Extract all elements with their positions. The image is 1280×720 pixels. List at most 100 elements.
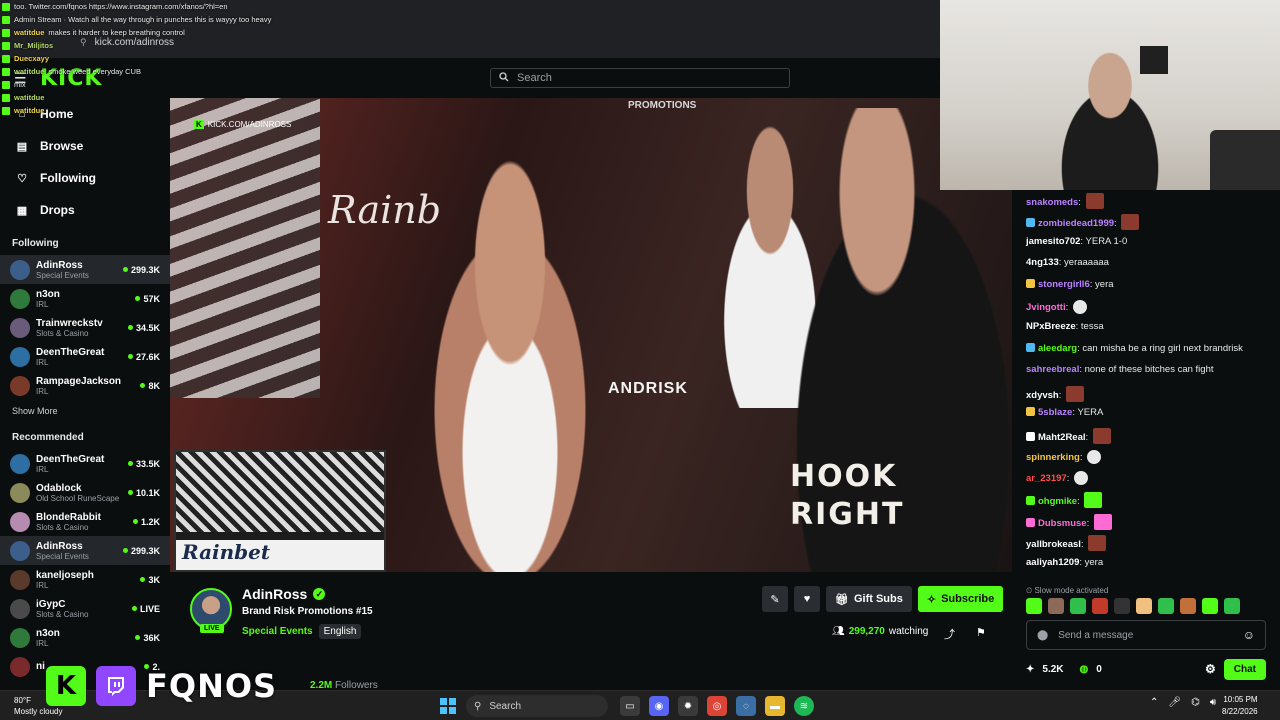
overlay-chat-line: too. Twitter.com/fqnos https://www.insta… <box>2 0 362 13</box>
streamer-name[interactable]: AdinRoss ✓ <box>242 586 326 602</box>
app-icon[interactable]: ✹ <box>678 696 698 716</box>
chat-username[interactable]: Dubsmuse <box>1038 518 1087 529</box>
discord-icon[interactable]: ◉ <box>649 696 669 716</box>
channel-category: Special Events <box>36 270 89 280</box>
chat-username[interactable]: ohgmike <box>1038 496 1077 507</box>
chat-username[interactable]: zombiedead1999 <box>1038 218 1114 229</box>
live-dot-icon <box>122 267 128 272</box>
follow-heart-button[interactable]: ♥ <box>794 586 820 612</box>
chrome-icon[interactable]: ◎ <box>707 696 727 716</box>
chat-input[interactable]: ⬤ Send a message ☺ <box>1026 620 1266 650</box>
emote-icon <box>1121 214 1140 231</box>
show-more-button[interactable]: Show More <box>0 400 170 420</box>
channel-item[interactable]: Trainwreckstv Slots & Casino 34.5K <box>0 313 170 342</box>
report-icon[interactable]: ⚑ <box>976 626 986 639</box>
emote-button[interactable] <box>1202 598 1218 614</box>
points-count[interactable]: 0 <box>1096 664 1102 675</box>
chat-username[interactable]: aleedarg <box>1038 343 1077 354</box>
channel-item[interactable]: kaneljoseph IRL 3K <box>0 565 170 594</box>
chat-username[interactable]: NPxBreeze <box>1026 321 1076 332</box>
clock[interactable]: 10:05 PM 8/22/2026 <box>1222 694 1258 718</box>
clip-button[interactable]: ✎ <box>762 586 788 612</box>
stream-info: LIVE AdinRoss ✓ Brand Risk Promotions #1… <box>170 572 1012 691</box>
emote-button[interactable] <box>1158 598 1174 614</box>
viewer-count: 👥︎ 299,270 watching <box>832 626 928 637</box>
channel-item[interactable]: DeenTheGreat IRL 33.5K <box>0 449 170 478</box>
chat-username[interactable]: jamesito702 <box>1026 236 1080 247</box>
chat-username[interactable]: ar_23197 <box>1026 473 1067 484</box>
chat-username[interactable]: sahreebreal <box>1026 364 1079 375</box>
sidebar-item-drops[interactable]: ▦ Drops <box>0 194 170 226</box>
emote-button[interactable] <box>1180 598 1196 614</box>
sidebar-item-following[interactable]: ♡ Following <box>0 162 170 194</box>
channel-name: Odablock <box>36 482 82 494</box>
emote-button[interactable] <box>1136 598 1152 614</box>
channel-name: n3on <box>36 288 60 300</box>
subscribe-button[interactable]: ✧ Subscribe <box>917 586 1004 612</box>
chat-username[interactable]: stonergirll6 <box>1038 279 1090 290</box>
viewer-count: 299.3K <box>122 546 160 556</box>
emote-icon <box>1093 513 1112 530</box>
emote-button[interactable] <box>1114 598 1130 614</box>
streamer-name-text[interactable]: AdinRoss <box>242 586 307 602</box>
search-input[interactable]: Search <box>490 68 790 88</box>
file-explorer-icon[interactable]: ▬ <box>765 696 785 716</box>
channel-item[interactable]: iGypC Slots & Casino LIVE <box>0 594 170 623</box>
chat-username[interactable]: aaliyah1209 <box>1026 557 1079 568</box>
microphone-icon[interactable]: 🎤︎ <box>1168 697 1181 708</box>
channel-category: Special Events <box>36 551 89 561</box>
chat-username[interactable]: 5sblaze <box>1038 407 1072 418</box>
emote-button[interactable] <box>1092 598 1108 614</box>
chat-username[interactable]: snakomeds <box>1026 197 1078 208</box>
drops-icon: ▦ <box>16 204 28 217</box>
emoji-icon[interactable]: ☺ <box>1243 628 1255 642</box>
emote-button[interactable] <box>1026 598 1042 614</box>
channel-item[interactable]: Odablock Old School RuneScape 10.1K <box>0 478 170 507</box>
channel-item[interactable]: n3on IRL 57K <box>0 284 170 313</box>
chat-username[interactable]: 4ng133 <box>1026 257 1059 268</box>
task-view-icon[interactable]: ▭ <box>620 696 640 716</box>
gift-subs-button[interactable]: 🎁︎ Gift Subs <box>826 586 912 612</box>
browser-icon[interactable]: ◌ <box>736 696 756 716</box>
share-icon[interactable]: ⤴ <box>944 626 955 642</box>
chat-username[interactable]: Maht2Real <box>1038 432 1086 443</box>
emote-button[interactable] <box>1070 598 1086 614</box>
spotify-icon[interactable]: ≋ <box>794 696 814 716</box>
chat-message: xdyvsh: <box>1026 383 1276 404</box>
chat-send-button[interactable]: Chat <box>1223 658 1266 680</box>
chat-settings-icon[interactable]: ⬤ <box>1037 630 1048 641</box>
emote-button[interactable] <box>1224 598 1240 614</box>
category-link[interactable]: Special Events <box>242 626 313 637</box>
language-tag[interactable]: English <box>318 624 362 639</box>
channel-item[interactable]: BlondeRabbit Slots & Casino 1.2K <box>0 507 170 536</box>
channel-item[interactable]: AdinRoss Special Events 299.3K <box>0 536 170 565</box>
network-icon[interactable]: ⌬ <box>1191 697 1200 708</box>
shirt-text: HOOK RIGHT <box>790 459 905 532</box>
channel-item[interactable]: AdinRoss Special Events 299.3K <box>0 255 170 284</box>
chevron-up-icon[interactable]: ⌃ <box>1150 697 1158 708</box>
gear-icon[interactable]: ⚙ <box>1205 662 1216 676</box>
chat-text: yera <box>1095 278 1114 290</box>
channel-item[interactable]: RampageJackson IRL 8K <box>0 371 170 400</box>
kick-badge-icon <box>2 2 10 11</box>
taskbar-search[interactable]: ⚲ Search <box>466 695 608 717</box>
overlay-chat-line: Duecxayy <box>2 52 362 65</box>
picture-in-picture: Rainbet <box>174 450 386 572</box>
video-player[interactable]: Rainb PROMOTIONS ANDRISK HOOK RIGHT K KI… <box>170 98 1012 572</box>
viewers-icon: 👥︎ <box>832 626 845 637</box>
windows-start-icon[interactable] <box>440 698 456 714</box>
emote-button[interactable] <box>1048 598 1064 614</box>
search-placeholder: Search <box>517 72 552 84</box>
kick-badge-icon <box>2 93 10 102</box>
volume-icon[interactable]: 🔊︎ <box>1210 697 1216 708</box>
chat-username[interactable]: Jvingotti <box>1026 302 1066 313</box>
chat-username[interactable]: yallbrokeasl <box>1026 539 1081 550</box>
chat-username[interactable]: spinnerking <box>1026 452 1080 463</box>
chat-message: jamesito702: YERA 1-0 <box>1026 233 1276 254</box>
kicks-count[interactable]: 5.2K <box>1042 664 1063 675</box>
sidebar-item-browse[interactable]: ▤ Browse <box>0 130 170 162</box>
channel-item[interactable]: DeenTheGreat IRL 27.6K <box>0 342 170 371</box>
chat-username[interactable]: xdyvsh <box>1026 390 1059 401</box>
channel-item[interactable]: n3on IRL 36K <box>0 623 170 652</box>
chat-separator: : <box>1058 389 1065 401</box>
